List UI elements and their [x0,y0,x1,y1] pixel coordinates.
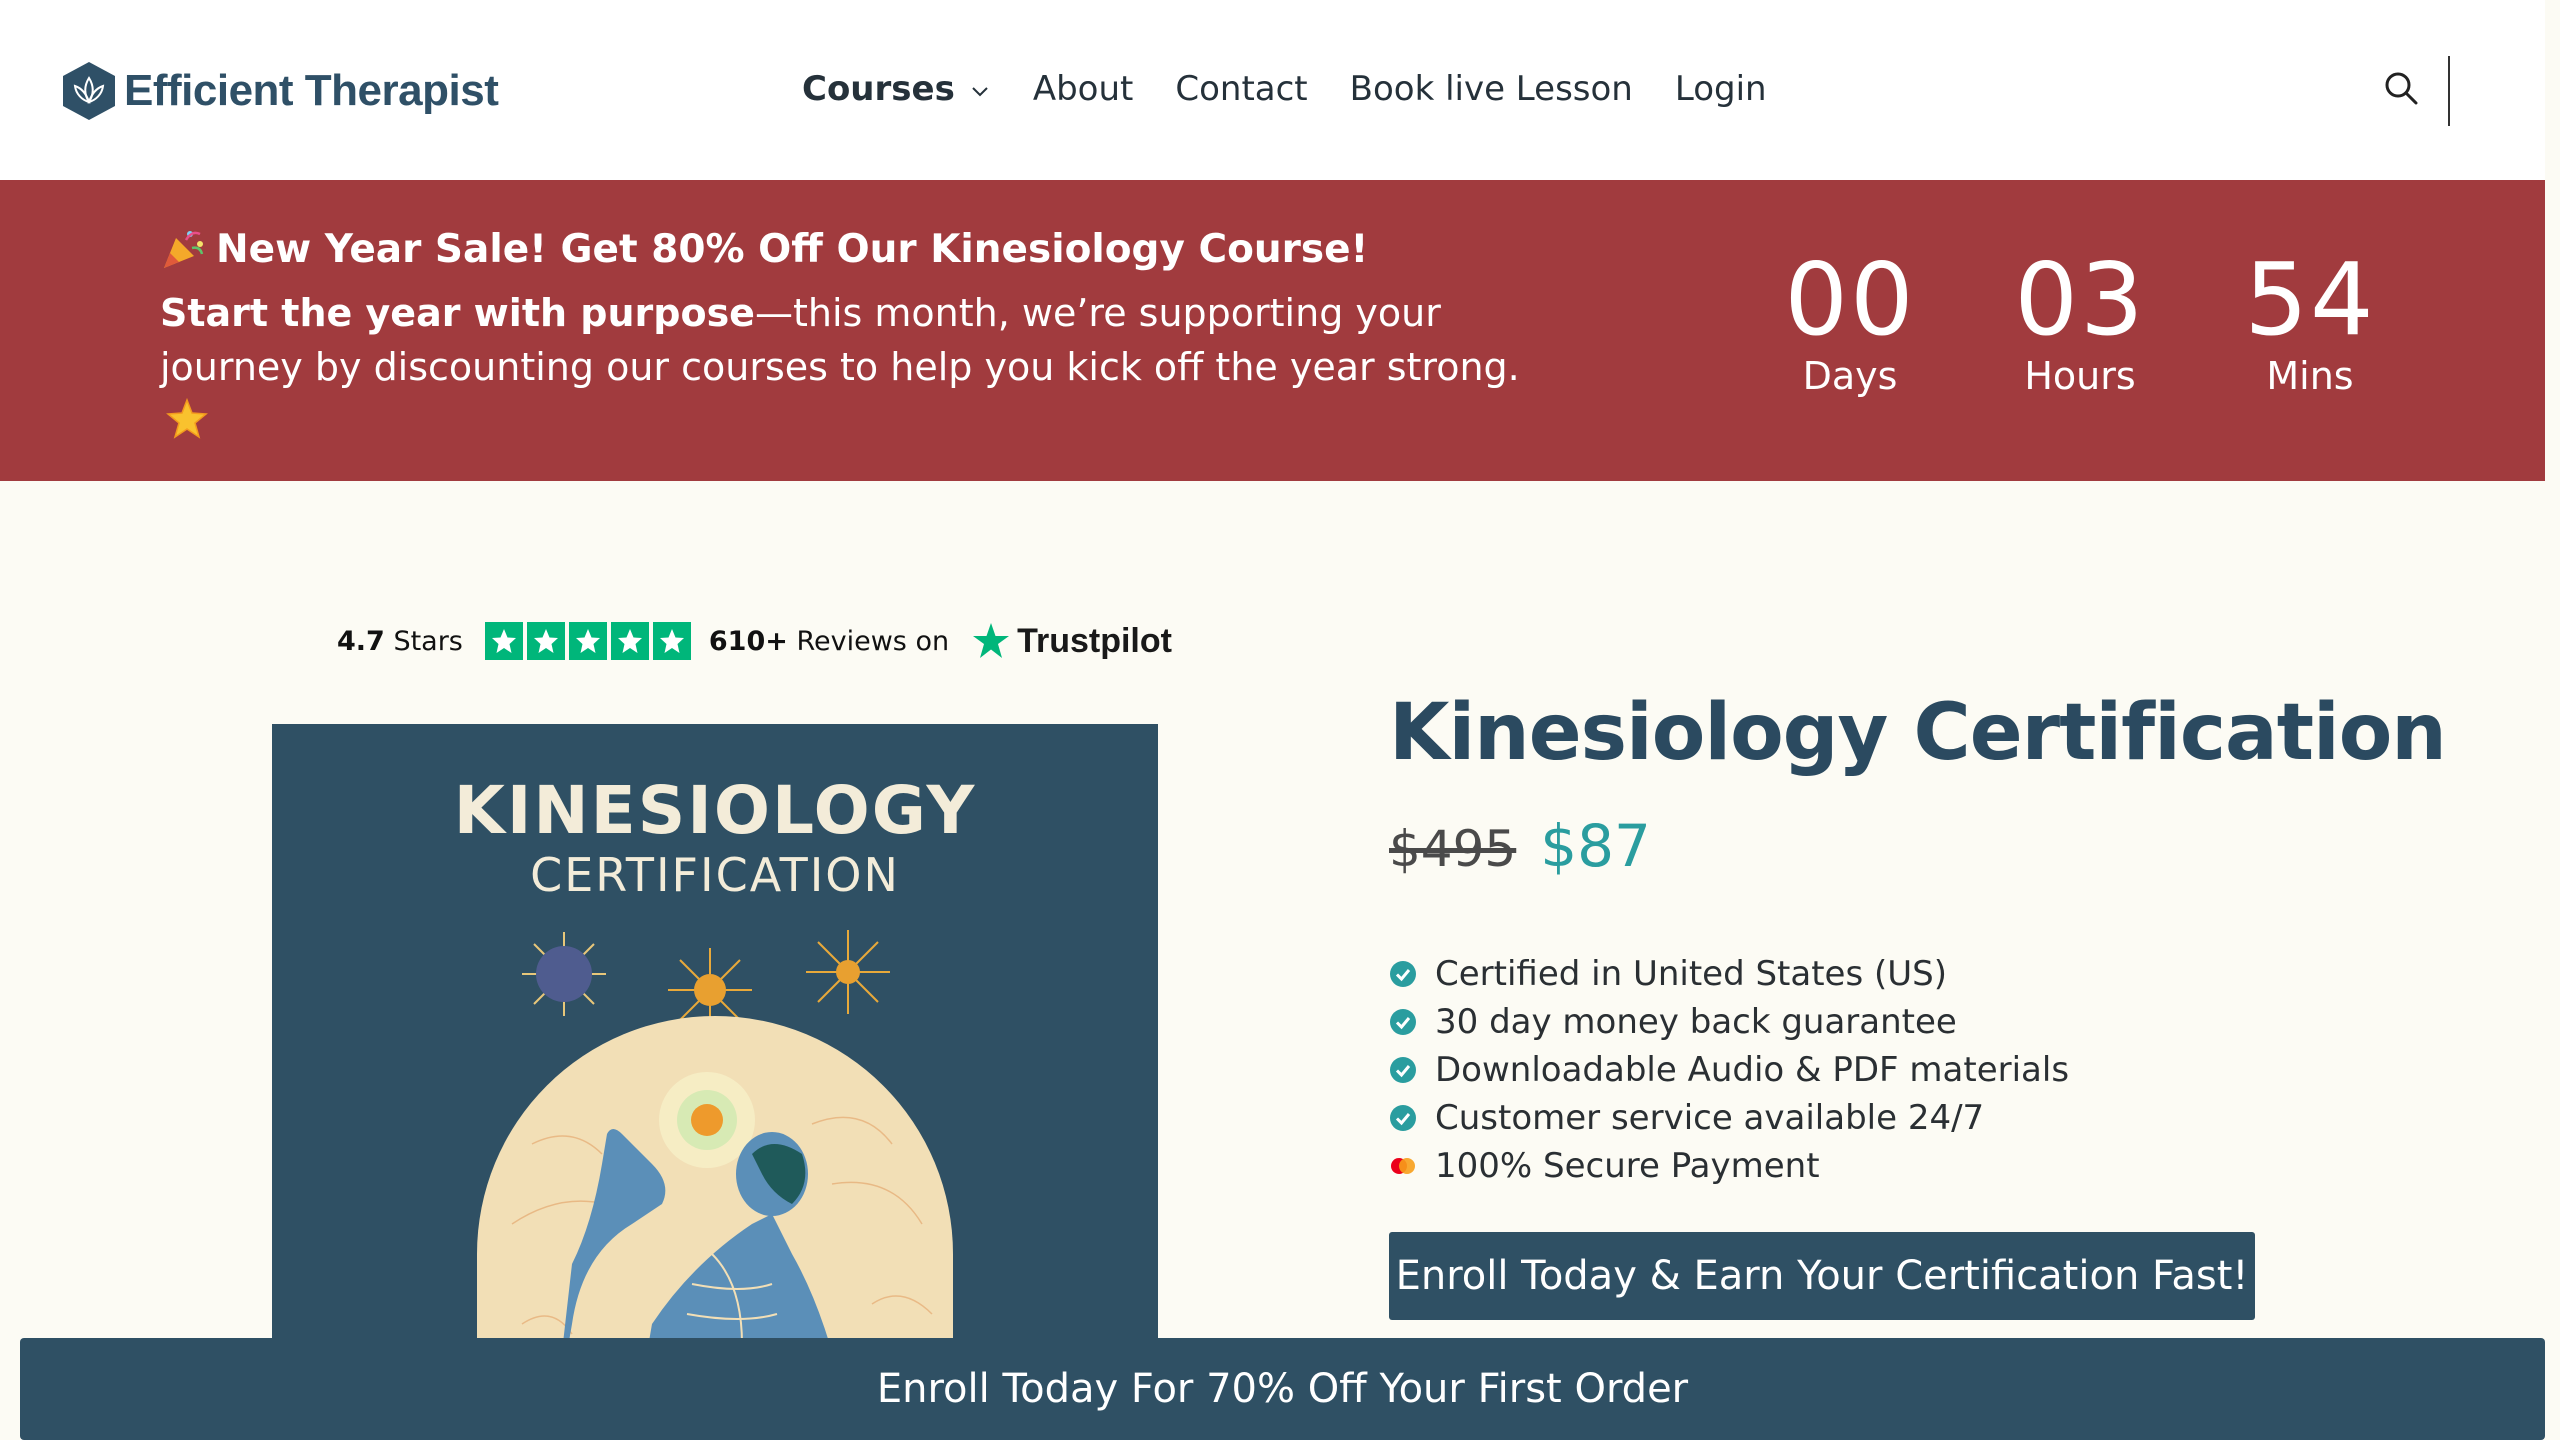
enroll-button[interactable]: Enroll Today & Earn Your Certification F… [1389,1232,2255,1320]
trust-rating-value: 4.7 [337,625,385,657]
trust-stars [484,622,691,660]
banner-body: Start the year with purpose—this month, … [160,286,1560,448]
logo-text: Efficient Therapist [124,66,499,115]
countdown-days-value: 00 [1784,241,1916,358]
feature-item: 100% Secure Payment [1389,1142,2069,1190]
countdown-hours-label: Hours [2024,354,2136,398]
party-popper-icon [164,231,204,268]
price-row: $495 $87 [1389,812,1651,880]
sale-banner: New Year Sale! Get 80% Off Our Kinesiolo… [0,180,2545,481]
countdown-days: 00 Days [1780,241,1920,399]
feature-item: Certified in United States (US) [1389,950,2069,998]
moon-icon [522,932,606,1016]
product-title: Kinesiology Certification [1389,688,2447,778]
trustpilot-brand: Trustpilot [1017,621,1172,660]
star-icon [568,622,607,660]
banner-body-bold: Start the year with purpose [160,291,755,335]
nav-courses-label: Courses [802,69,955,109]
check-circle-icon [1390,961,1416,987]
feature-item: 30 day money back guarantee [1389,998,2069,1046]
feature-text: 30 day money back guarantee [1435,1002,1957,1042]
mastercard-icon [1391,1158,1415,1174]
countdown-mins-label: Mins [2266,354,2354,398]
countdown-mins: 54 Mins [2240,241,2380,399]
banner-title: New Year Sale! Get 80% Off Our Kinesiolo… [160,226,1368,272]
product-image[interactable]: KINESIOLOGY CERTIFICATION [272,724,1158,1440]
sun-icon [806,930,890,1014]
search-icon[interactable] [2383,70,2419,106]
chevron-down-icon [972,87,988,97]
trust-rating-suffix: Stars [393,625,463,657]
trust-reviews-count: 610+ [708,625,788,657]
trustpilot-rating[interactable]: 4.7 Stars 610+ Reviews on Trustpilot [337,616,1172,666]
feature-item: Downloadable Audio & PDF materials [1389,1046,2069,1094]
feature-text: Certified in United States (US) [1435,954,1947,994]
countdown-hours-value: 03 [2014,241,2146,358]
star-icon [484,622,523,660]
banner-title-text: New Year Sale! Get 80% Off Our Kinesiolo… [216,226,1369,272]
sticky-enroll-bar[interactable]: Enroll Today For 70% Off Your First Orde… [20,1338,2545,1440]
star-icon [526,622,565,660]
feature-text: Customer service available 24/7 [1435,1098,1985,1138]
trustpilot-star-icon [973,623,1010,658]
check-circle-icon [1390,1009,1416,1035]
header-divider [2448,56,2450,126]
star-icon [610,622,649,660]
nav-courses[interactable]: Courses [802,69,991,109]
lotus-logo-icon [63,62,115,120]
sale-price: $87 [1540,812,1651,880]
trust-reviews: 610+ Reviews on [709,626,949,657]
countdown-mins-value: 54 [2244,241,2376,358]
old-price: $495 [1389,820,1517,878]
glowing-star-icon [166,398,208,439]
star-icon [652,622,691,660]
nav-about[interactable]: About [1033,69,1134,109]
trust-rating: 4.7 Stars [337,626,463,657]
countdown-hours: 03 Hours [2010,241,2150,399]
product-image-title: KINESIOLOGY [453,772,977,849]
check-circle-icon [1390,1105,1416,1131]
trust-reviews-suffix: Reviews on [796,625,950,657]
nav-login[interactable]: Login [1675,69,1767,109]
site-logo[interactable]: Efficient Therapist [60,60,499,122]
nav-book-live-lesson[interactable]: Book live Lesson [1350,69,1633,109]
check-circle-icon [1390,1057,1416,1083]
countdown-days-label: Days [1802,354,1898,398]
feature-text: 100% Secure Payment [1435,1146,1820,1186]
main-nav: Courses About Contact Book live Lesson L… [802,64,1809,114]
site-header: Efficient Therapist Courses About Contac… [0,0,2545,180]
nav-contact[interactable]: Contact [1175,69,1307,109]
feature-text: Downloadable Audio & PDF materials [1435,1050,2070,1090]
product-image-subtitle: CERTIFICATION [530,848,900,902]
feature-item: Customer service available 24/7 [1389,1094,2069,1142]
feature-list: Certified in United States (US) 30 day m… [1389,950,2069,1190]
